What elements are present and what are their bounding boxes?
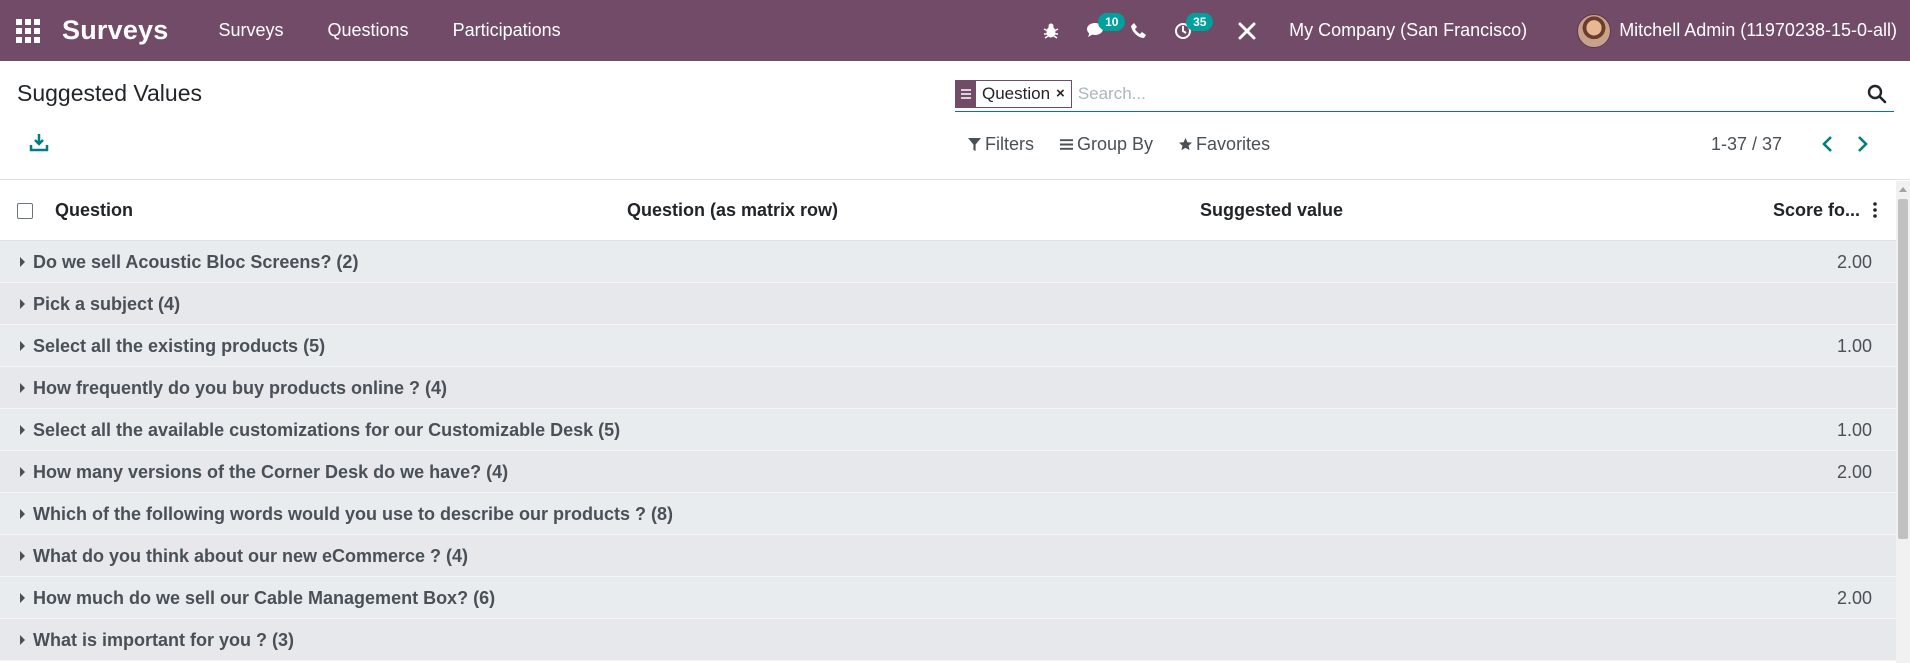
debug-icon[interactable] [1029,0,1073,61]
group-score: 1.00 [1836,420,1872,440]
pager: 1-37 / 37 [1711,133,1874,155]
group-name: What is important for you ? (3) [33,630,294,650]
caret-right-icon [20,467,25,477]
column-header-question[interactable]: Question [55,200,133,221]
activity-clock-icon[interactable]: 35 [1161,0,1214,61]
caret-right-icon [20,551,25,561]
select-all-checkbox[interactable] [17,203,33,219]
scroll-thumb[interactable] [1898,199,1908,539]
group-name: What do you think about our new eCommerc… [33,546,469,566]
search-input[interactable] [1077,78,1866,109]
filters-label: Filters [985,134,1034,154]
app-brand[interactable]: Surveys [62,15,168,46]
main-menu: Surveys Questions Participations [196,0,582,61]
group-row[interactable]: How many versions of the Corner Desk do … [0,451,1896,493]
group-row[interactable]: Which of the following words would you u… [0,493,1896,535]
search-facet: Question × [955,79,1072,108]
vertical-scrollbar[interactable] [1896,181,1910,663]
group-name: How many versions of the Corner Desk do … [33,462,509,482]
group-row[interactable]: What is important for you ? (3) [0,619,1896,661]
favorites-label: Favorites [1196,134,1271,154]
group-row[interactable]: How frequently do you buy products onlin… [0,367,1896,409]
optional-columns-icon[interactable] [1870,200,1880,220]
caret-right-icon [20,593,25,603]
group-score: 1.00 [1836,336,1872,356]
group-by-button[interactable]: Group By [1060,134,1153,155]
apps-menu-icon[interactable] [15,18,41,44]
group-name: Which of the following words would you u… [33,504,674,524]
group-score: 2.00 [1836,588,1872,608]
group-name: Select all the existing products (5) [33,336,326,356]
group-score: 2.00 [1836,252,1872,272]
column-header-matrix-row[interactable]: Question (as matrix row) [627,200,838,221]
menu-item-surveys[interactable]: Surveys [196,0,305,61]
control-panel: Suggested Values Question × Filters Grou… [0,61,1910,180]
group-row[interactable]: How much do we sell our Cable Management… [0,577,1896,619]
search-icon[interactable] [1866,83,1888,105]
group-rows: Do we sell Acoustic Bloc Screens? (2) 2.0… [0,241,1896,661]
tools-icon[interactable] [1225,0,1269,61]
menu-item-questions[interactable]: Questions [306,0,431,61]
group-name: How frequently do you buy products onlin… [33,378,447,398]
group-row[interactable]: Pick a subject (4) [0,283,1896,325]
pager-value[interactable]: 1-37 / 37 [1711,134,1782,155]
group-by-facet-icon [956,79,976,108]
group-row[interactable]: Select all the existing products (5) 1.00 [0,325,1896,367]
facet-remove-icon[interactable]: × [1056,85,1071,102]
systray: 10 35 My Company (San Francisco) Mitchel… [1029,0,1910,61]
group-name: Do we sell Acoustic Bloc Screens? (2) [33,252,359,272]
user-name: Mitchell Admin (11970238-15-0-all) [1619,20,1897,40]
filters-button[interactable]: Filters [968,134,1034,155]
pager-next-icon[interactable] [1852,133,1874,155]
search-bar: Question × [955,76,1894,112]
user-menu[interactable]: Mitchell Admin (11970238-15-0-all) [1577,13,1897,48]
group-by-label: Group By [1077,134,1154,154]
caret-right-icon [20,257,25,267]
column-header-suggested-value[interactable]: Suggested value [1200,200,1343,221]
list-header: Question Question (as matrix row) Sugges… [0,181,1896,241]
menu-item-participations[interactable]: Participations [431,0,583,61]
caret-right-icon [20,341,25,351]
avatar [1577,13,1612,48]
group-row[interactable]: What do you think about our new eCommerc… [0,535,1896,577]
caret-right-icon [20,425,25,435]
scroll-up-icon[interactable] [1899,187,1907,192]
list-view: Question Question (as matrix row) Sugges… [0,181,1896,661]
phone-icon[interactable] [1117,0,1161,61]
company-switcher[interactable]: My Company (San Francisco) [1289,20,1527,41]
group-name: Select all the available customizations … [33,420,621,440]
caret-right-icon [20,299,25,309]
export-download-icon[interactable] [28,131,50,153]
group-name: Pick a subject (4) [33,294,181,314]
caret-right-icon [20,509,25,519]
top-navbar: Surveys Surveys Questions Participations… [0,0,1910,61]
caret-right-icon [20,383,25,393]
favorites-button[interactable]: Favorites [1179,134,1270,155]
group-row[interactable]: Select all the available customizations … [0,409,1896,451]
column-header-score[interactable]: Score fo... [1773,200,1860,221]
caret-right-icon [20,635,25,645]
group-row[interactable]: Do we sell Acoustic Bloc Screens? (2) 2.0… [0,241,1896,283]
page-title: Suggested Values [17,80,202,106]
facet-label: Question [982,83,1051,103]
group-name: How much do we sell our Cable Management… [33,588,496,608]
messaging-icon[interactable]: 10 [1073,0,1126,61]
pager-previous-icon[interactable] [1816,133,1838,155]
group-score: 2.00 [1836,462,1872,482]
search-options: Filters Group By Favorites [968,134,1296,155]
activities-badge: 35 [1186,13,1214,31]
